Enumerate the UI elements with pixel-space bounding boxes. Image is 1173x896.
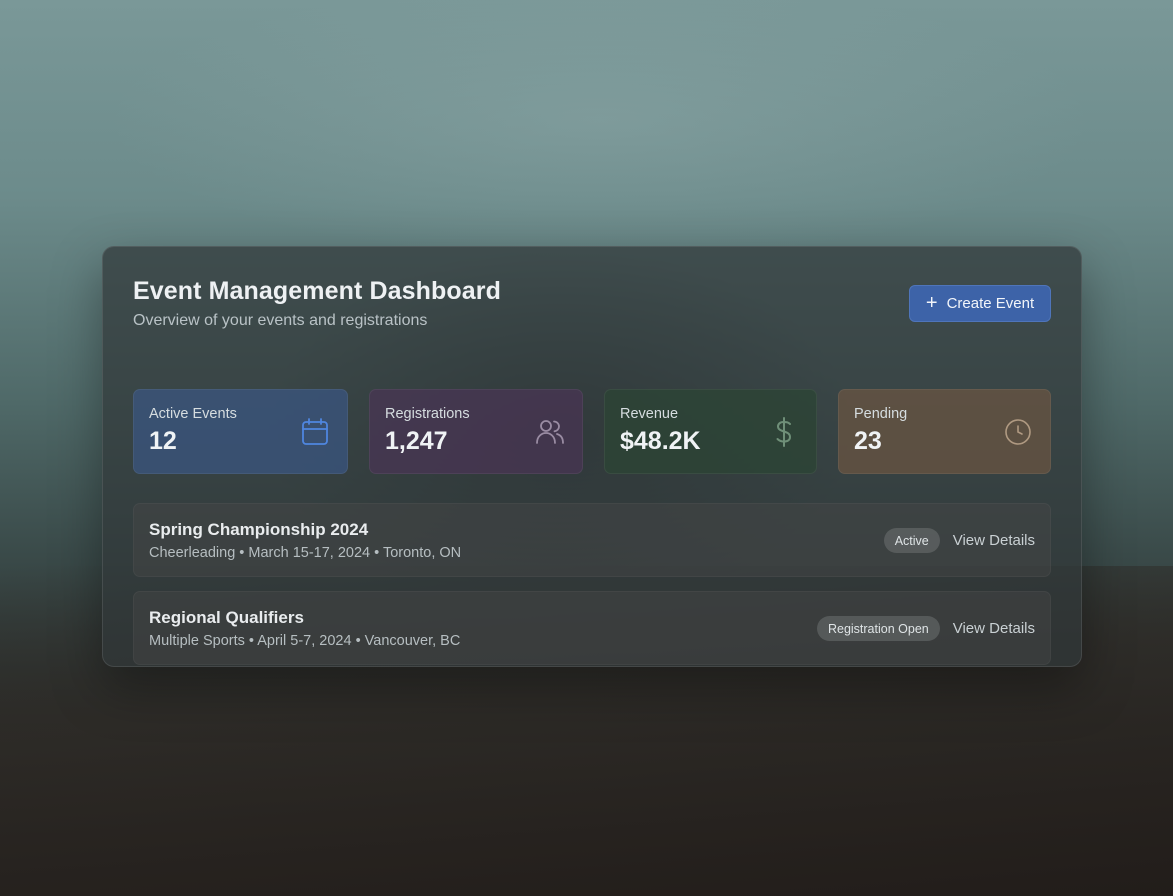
- status-badge: Active: [883, 528, 940, 553]
- stat-card-registrations: Registrations 1,247: [369, 389, 583, 474]
- view-details-link[interactable]: View Details: [953, 620, 1035, 637]
- status-badge: Registration Open: [816, 616, 940, 641]
- users-icon: [536, 420, 564, 444]
- stat-card-revenue: Revenue $48.2K: [604, 389, 817, 474]
- dashboard-panel: Event Management Dashboard Overview of y…: [102, 246, 1082, 667]
- dollar-icon: [776, 417, 792, 447]
- dashboard-header: Event Management Dashboard Overview of y…: [133, 277, 1051, 389]
- calendar-icon: [302, 418, 328, 445]
- clock-icon: [1005, 419, 1031, 445]
- event-actions: Active View Details: [883, 528, 1035, 553]
- stats-row: Active Events 12 Registrations 1,247 Rev…: [133, 389, 1051, 474]
- create-event-button[interactable]: + Create Event: [909, 285, 1051, 322]
- event-card: Regional Qualifiers Multiple Sports • Ap…: [133, 591, 1051, 665]
- event-actions: Registration Open View Details: [816, 616, 1035, 641]
- view-details-link[interactable]: View Details: [953, 532, 1035, 549]
- plus-icon: +: [925, 291, 938, 314]
- stat-card-active-events: Active Events 12: [133, 389, 348, 474]
- event-list: Spring Championship 2024 Cheerleading • …: [133, 503, 1051, 665]
- event-card: Spring Championship 2024 Cheerleading • …: [133, 503, 1051, 577]
- stat-card-pending: Pending 23: [838, 389, 1051, 474]
- create-event-label: Create Event: [946, 295, 1035, 312]
